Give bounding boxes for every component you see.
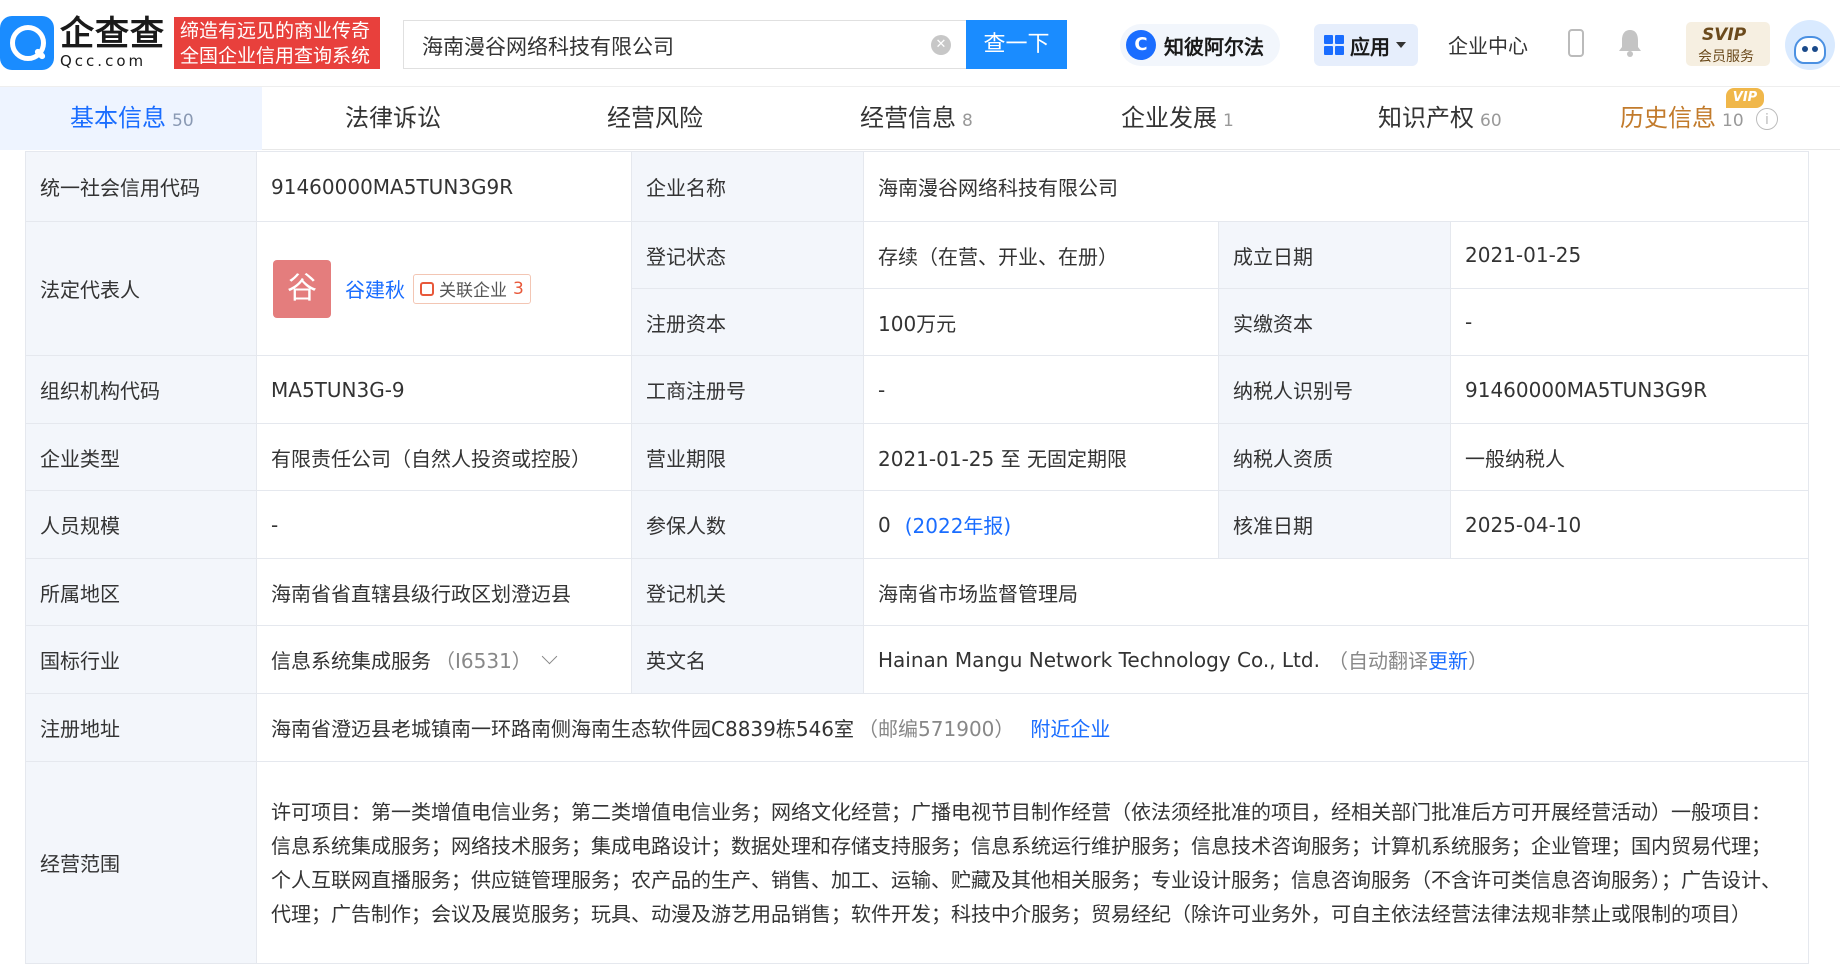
vip-badge: VIP — [1726, 88, 1764, 108]
insured-cell: 0 (2022年报) — [864, 491, 1219, 559]
nearby-enterprises-link[interactable]: 附近企业 — [1030, 713, 1110, 742]
address-cell: 海南省澄迈县老城镇南一环路南侧海南生态软件园C8839栋546室 （邮编5719… — [257, 694, 1809, 762]
region-label: 所属地区 — [26, 559, 257, 626]
biz-reg-no-value: - — [864, 356, 1219, 424]
taxpayer-qual-label: 纳税人资质 — [1219, 424, 1451, 491]
insured-value: 0 — [878, 512, 891, 537]
chevron-down-icon[interactable] — [541, 648, 558, 665]
english-name-label: 英文名 — [632, 626, 864, 694]
tab-legal-litigation[interactable]: 法律诉讼 — [345, 87, 441, 150]
reg-status-label: 登记状态 — [632, 222, 864, 289]
logo-title: 企查查 — [60, 14, 165, 54]
english-name-cell: Hainan Mangu Network Technology Co., Ltd… — [864, 626, 1809, 694]
tab-business-risk[interactable]: 经营风险 — [607, 87, 703, 150]
credit-code-label: 统一社会信用代码 — [26, 152, 257, 222]
found-date-label: 成立日期 — [1219, 222, 1451, 289]
ent-type-value: 有限责任公司（自然人投资或控股） — [257, 424, 632, 491]
caret-down-icon — [1396, 42, 1406, 48]
slogan-banner: 缔造有远见的商业传奇 全国企业信用查询系统 — [174, 17, 380, 69]
legal-rep-label: 法定代表人 — [26, 222, 257, 356]
approval-date-label: 核准日期 — [1219, 491, 1451, 559]
reg-authority-label: 登记机关 — [632, 559, 864, 626]
mobile-phone-icon[interactable] — [1568, 29, 1584, 57]
english-name-value: Hainan Mangu Network Technology Co., Ltd… — [878, 647, 1320, 672]
legal-rep-name-link[interactable]: 谷建秋 — [345, 274, 405, 303]
staff-size-label: 人员规模 — [26, 491, 257, 559]
svip-subtitle: 会员服务 — [1698, 49, 1754, 65]
zhibi-label: 知彼阿尔法 — [1164, 34, 1264, 59]
biz-reg-no-label: 工商注册号 — [632, 356, 864, 424]
search-box: ✕ — [403, 20, 968, 70]
slogan-line-1: 缔造有远见的商业传奇 — [180, 20, 371, 42]
related-enterprises-tag[interactable]: 关联企业 3 — [413, 273, 531, 304]
info-icon[interactable]: i — [1756, 108, 1778, 130]
paid-capital-value: - — [1451, 289, 1809, 356]
zhibi-logo-icon: C — [1126, 30, 1156, 60]
staff-size-value: - — [257, 491, 632, 559]
tab-intellectual-property[interactable]: 知识产权 60 — [1378, 87, 1502, 150]
apps-menu-button[interactable]: 应用 — [1314, 24, 1418, 66]
logo-domain: Qcc.com — [60, 52, 147, 70]
svip-member-button[interactable]: SVIP 会员服务 — [1686, 22, 1770, 66]
apps-label: 应用 — [1350, 34, 1390, 59]
enterprise-center-link[interactable]: 企业中心 — [1448, 30, 1528, 59]
qcc-logo[interactable]: 企查查 Qcc.com — [0, 16, 165, 70]
basic-info-table: 统一社会信用代码 91460000MA5TUN3G9R 企业名称 海南漫谷网络科… — [25, 151, 1809, 964]
related-network-icon — [420, 281, 434, 296]
scope-value: 许可项目：第一类增值电信业务；第二类增值电信业务；网络文化经营；广播电视节目制作… — [257, 762, 1809, 964]
insured-report-link[interactable]: (2022年报) — [905, 510, 1012, 539]
slogan-line-2: 全国企业信用查询系统 — [180, 45, 371, 67]
zhibi-alpha-button[interactable]: C 知彼阿尔法 — [1120, 24, 1280, 66]
industry-label: 国标行业 — [26, 626, 257, 694]
clear-icon[interactable]: ✕ — [931, 35, 951, 55]
insured-label: 参保人数 — [632, 491, 864, 559]
industry-value: 信息系统集成服务 — [271, 649, 431, 673]
ent-type-label: 企业类型 — [26, 424, 257, 491]
tab-basic-info[interactable]: 基本信息 50 — [0, 87, 262, 150]
reg-capital-label: 注册资本 — [632, 289, 864, 356]
company-name-label: 企业名称 — [632, 152, 864, 222]
address-value: 海南省澄迈县老城镇南一环路南侧海南生态软件园C8839栋546室 — [271, 717, 855, 741]
industry-cell[interactable]: 信息系统集成服务 （I6531） — [257, 626, 632, 694]
taxpayer-id-label: 纳税人识别号 — [1219, 356, 1451, 424]
tab-business-info[interactable]: 经营信息 8 — [860, 87, 973, 150]
search-button[interactable]: 查一下 — [966, 20, 1067, 69]
biz-term-label: 营业期限 — [632, 424, 864, 491]
credit-code-value: 91460000MA5TUN3G9R — [257, 152, 632, 222]
reg-capital-value: 100万元 — [864, 289, 1219, 356]
org-code-value: MA5TUN3G-9 — [257, 356, 632, 424]
section-tabs: 基本信息 50 法律诉讼 经营风险 经营信息 8 企业发展 1 知识产权 60 历史信息… — [0, 86, 1840, 150]
region-value: 海南省省直辖县级行政区划澄迈县 — [257, 559, 632, 626]
scope-label: 经营范围 — [26, 762, 257, 964]
taxpayer-qual-value: 一般纳税人 — [1451, 424, 1809, 491]
org-code-label: 组织机构代码 — [26, 356, 257, 424]
legal-rep-cell: 谷 谷建秋 关联企业 3 — [257, 222, 632, 356]
bell-icon[interactable] — [1617, 28, 1643, 58]
english-note-suffix: ） — [1467, 649, 1488, 673]
related-count: 3 — [513, 278, 524, 299]
found-date-value: 2021-01-25 — [1451, 222, 1809, 289]
reg-authority-value: 海南省市场监督管理局 — [864, 559, 1809, 626]
english-note-prefix: （自动翻译 — [1327, 649, 1428, 673]
approval-date-value: 2025-04-10 — [1451, 491, 1809, 559]
svip-title: SVIP — [1702, 25, 1747, 45]
company-name-value: 海南漫谷网络科技有限公司 — [864, 152, 1809, 222]
search-input[interactable] — [420, 21, 904, 70]
legal-rep-avatar: 谷 — [273, 259, 331, 318]
industry-code: （I6531） — [435, 649, 532, 673]
tab-enterprise-development[interactable]: 企业发展 1 — [1121, 87, 1234, 150]
paid-capital-label: 实缴资本 — [1219, 289, 1451, 356]
user-avatar[interactable] — [1785, 20, 1835, 70]
biz-term-value: 2021-01-25 至 无固定期限 — [864, 424, 1219, 491]
taxpayer-id-value: 91460000MA5TUN3G9R — [1451, 356, 1809, 424]
top-header: 企查查 Qcc.com 缔造有远见的商业传奇 全国企业信用查询系统 ✕ 查一下 … — [0, 0, 1840, 86]
related-label: 关联企业 — [439, 281, 507, 301]
english-update-link[interactable]: 更新 — [1428, 645, 1468, 674]
qcc-logo-icon — [0, 16, 54, 70]
grid-icon — [1324, 35, 1344, 55]
address-label: 注册地址 — [26, 694, 257, 762]
postcode: （邮编571900） — [858, 717, 1015, 741]
reg-status-value: 存续（在营、开业、在册） — [864, 222, 1219, 289]
